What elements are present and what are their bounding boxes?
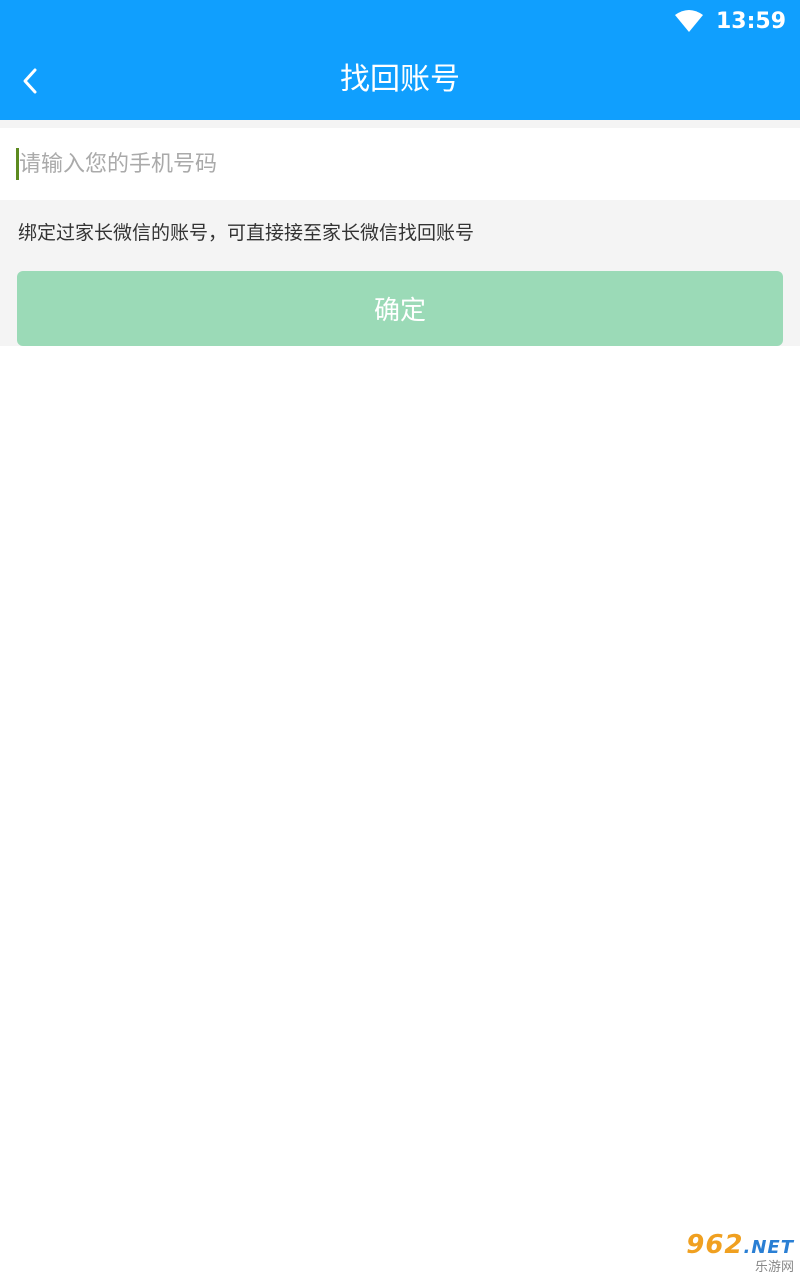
page-title: 找回账号 [340, 62, 460, 97]
watermark: 962.NET 乐游网 [662, 1229, 794, 1275]
watermark-logo: 962.NET [686, 1229, 794, 1260]
wifi-icon [674, 10, 703, 32]
confirm-button[interactable]: 确定 [17, 271, 783, 346]
hint-text: 绑定过家长微信的账号，可直接接至家长微信找回账号 [18, 222, 475, 244]
watermark-subtitle: 乐游网 [754, 1259, 794, 1275]
status-time: 13:59 [715, 8, 786, 34]
phone-input[interactable] [17, 142, 779, 186]
phone-input-row [0, 128, 800, 200]
status-bar: 13:59 [674, 6, 786, 36]
app-header: 13:59 找回账号 [0, 0, 800, 120]
